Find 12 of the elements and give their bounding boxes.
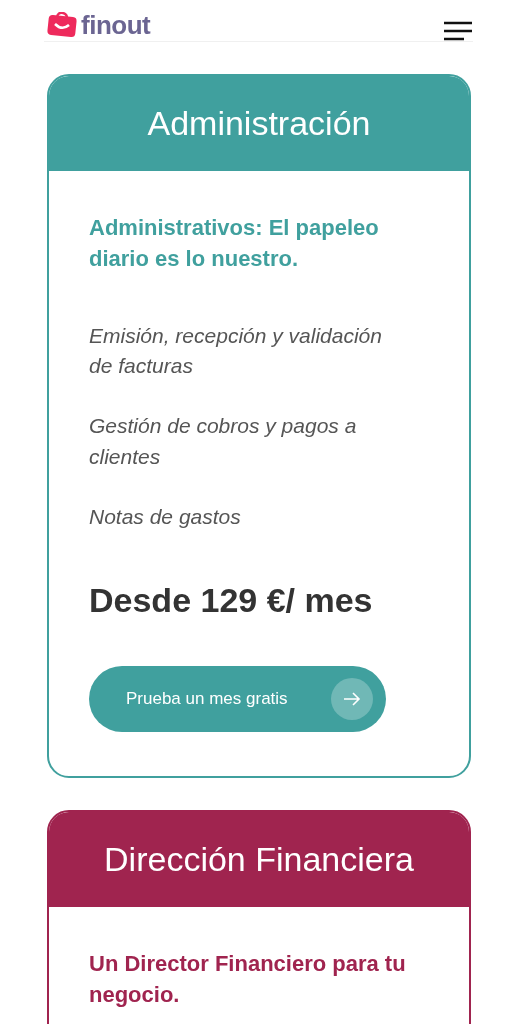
plan-tagline: Administrativos: El papeleo diario es lo nuestro. [89,214,380,273]
feature-text: Notas de gastos [89,504,242,531]
feature-text: Emisión, recepción y validación de facturas [89,322,383,380]
menu-icon[interactable] [443,21,473,41]
logo-text[interactable]: finout [81,12,151,38]
feature-text: Gestión de cobros y pagos a clientes [89,413,358,470]
plan-title: Dirección Financiera [104,838,414,880]
plan-title: Administración [147,103,371,144]
briefcase-icon [47,12,77,38]
trial-button[interactable]: Prueba un mes gratis [89,665,386,732]
price-text: Desde 129 €/ mes [89,579,374,621]
plan-tagline: Un Director Financiero para tu negocio. [89,949,407,1009]
